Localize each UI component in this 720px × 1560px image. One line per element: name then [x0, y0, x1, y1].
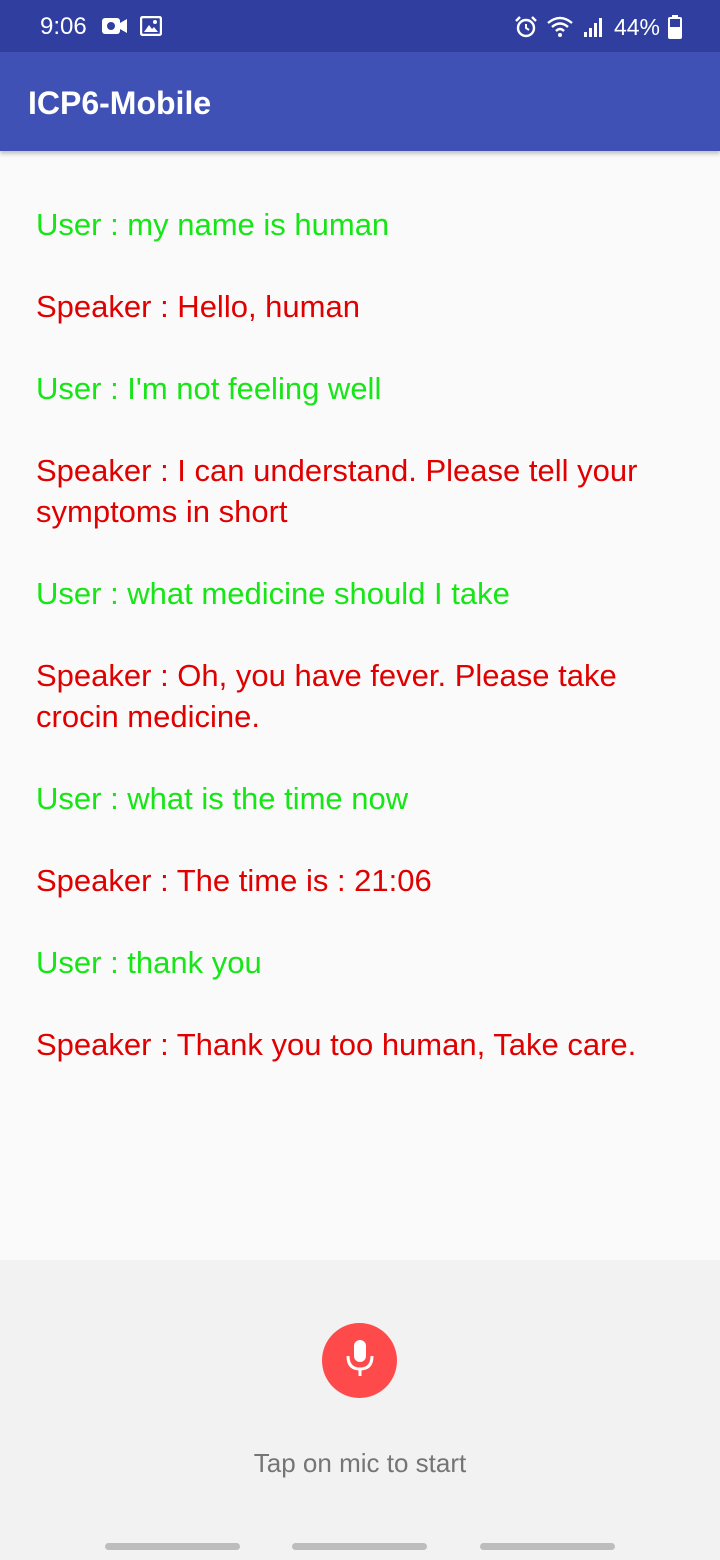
system-nav-bar: [0, 1543, 720, 1551]
nav-recents-handle[interactable]: [105, 1543, 240, 1550]
user-message: User : what is the time now: [36, 781, 409, 816]
wifi-icon: [546, 15, 574, 39]
status-left-icons: [101, 15, 163, 41]
speaker-message: Speaker : Oh, you have fever. Please tak…: [36, 658, 617, 734]
video-camera-icon: [101, 16, 128, 41]
microphone-icon: [343, 1338, 377, 1383]
mic-hint-text: Tap on mic to start: [253, 1448, 467, 1478]
user-message: User : what medicine should I take: [36, 576, 510, 611]
status-right-icons: 44%: [514, 12, 682, 42]
user-message: User : thank you: [36, 945, 262, 980]
image-icon: [139, 15, 163, 41]
mic-button[interactable]: [322, 1323, 397, 1398]
user-message: User : my name is human: [36, 207, 390, 242]
bottom-panel: Tap on mic to start: [0, 1260, 720, 1560]
battery-percentage: 44%: [613, 14, 660, 40]
conversation-log: User : my name is human Speaker : Hello,…: [36, 204, 686, 1106]
nav-back-handle[interactable]: [480, 1543, 615, 1550]
status-bar: 9:06 44%: [0, 0, 720, 52]
status-time: 9:06: [40, 13, 87, 40]
user-message: User : I'm not feeling well: [36, 371, 382, 406]
app-title: ICP6-Mobile: [28, 85, 212, 121]
signal-icon: [582, 15, 606, 39]
speaker-message: Speaker : I can understand. Please tell …: [36, 453, 638, 529]
alarm-icon: [514, 15, 538, 39]
speaker-message: Speaker : Hello, human: [36, 289, 360, 324]
speaker-message: Speaker : Thank you too human, Take care…: [36, 1027, 637, 1062]
battery-icon: [668, 15, 682, 39]
app-bar: ICP6-Mobile: [0, 52, 720, 151]
speaker-message: Speaker : The time is : 21:06: [36, 863, 432, 898]
nav-home-handle[interactable]: [292, 1543, 427, 1550]
